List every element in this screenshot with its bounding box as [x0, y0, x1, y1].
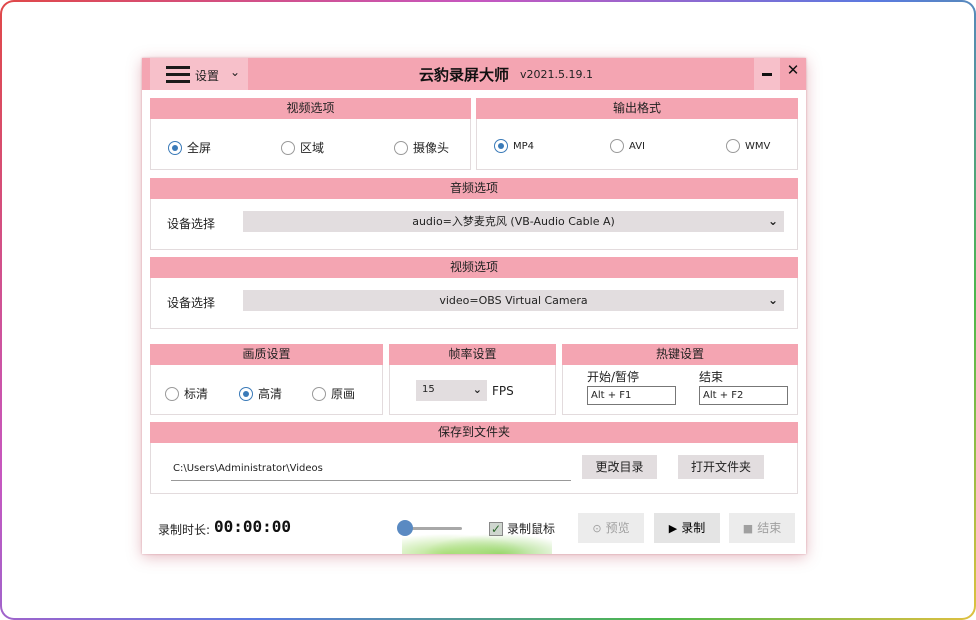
radio-wmv[interactable]: WMV	[726, 139, 770, 153]
settings-menu-label: 设置	[195, 69, 220, 83]
radio-region-label: 区域	[300, 141, 325, 155]
radio-mp4-label: MP4	[513, 140, 535, 152]
audio-device-label: 设备选择	[167, 217, 216, 231]
radio-original-label: 原画	[331, 387, 356, 401]
save-folder-group: 保存到文件夹 C:\Users\Administrator\Videos 更改目…	[150, 422, 798, 494]
radio-avi-label: AVI	[629, 140, 645, 152]
output-format-title: 输出格式	[476, 98, 798, 119]
audio-device-select[interactable]: audio=入梦麦克风 (VB-Audio Cable A) ⌄	[243, 211, 784, 232]
hotkey-start-input[interactable]: Alt + F1	[587, 386, 676, 405]
radio-indicator[interactable]	[168, 140, 182, 155]
hotkey-end-label: 结束	[699, 370, 724, 384]
open-folder-button[interactable]: 打开文件夹	[678, 455, 764, 479]
settings-menu-button[interactable]: 设置 ⌄	[150, 58, 248, 90]
preview-label: 预览	[605, 521, 630, 535]
stop-icon: ■	[742, 522, 754, 535]
volume-slider-thumb[interactable]	[397, 520, 413, 536]
audio-device-value: audio=入梦麦克风 (VB-Audio Cable A)	[412, 215, 615, 228]
output-format-group: 输出格式 MP4 AVI WMV	[476, 98, 798, 170]
radio-hd[interactable]: 高清	[239, 385, 282, 402]
duration-label: 录制时长:	[158, 523, 211, 537]
change-directory-button[interactable]: 更改目录	[582, 455, 657, 479]
app-version: v2021.5.19.1	[520, 68, 593, 81]
radio-region[interactable]: 区域	[281, 139, 324, 156]
duration-timer: 00:00:00	[214, 517, 292, 536]
framerate-title: 帧率设置	[389, 344, 556, 365]
fps-value: 15	[422, 384, 435, 395]
fps-unit: FPS	[492, 384, 514, 398]
hotkey-end-input[interactable]: Alt + F2	[699, 386, 788, 405]
play-icon: ▶	[668, 522, 678, 535]
radio-fullscreen-label: 全屏	[187, 141, 212, 155]
record-mouse-label: 录制鼠标	[507, 522, 556, 536]
radio-camera-label: 摄像头	[413, 141, 450, 155]
radio-indicator[interactable]	[281, 140, 295, 155]
audio-options-group: 音频选项 设备选择 audio=入梦麦克风 (VB-Audio Cable A)…	[150, 178, 798, 250]
radio-indicator[interactable]	[312, 386, 326, 401]
radio-avi[interactable]: AVI	[610, 139, 645, 153]
stop-label: 结束	[757, 521, 782, 535]
chevron-down-icon: ⌄	[230, 65, 241, 79]
camera-device-value: video=OBS Virtual Camera	[439, 294, 588, 307]
hotkey-start-label: 开始/暂停	[587, 370, 640, 384]
chevron-down-icon: ⌄	[767, 293, 778, 307]
hotkeys-group: 热键设置 开始/暂停 Alt + F1 结束 Alt + F2	[562, 344, 798, 415]
quality-title: 画质设置	[150, 344, 383, 365]
minimize-icon	[762, 73, 772, 76]
radio-indicator[interactable]	[165, 386, 179, 401]
radio-fullscreen[interactable]: 全屏	[168, 139, 211, 156]
radio-sd-label: 标清	[184, 387, 209, 401]
hotkeys-title: 热键设置	[562, 344, 798, 365]
camera-options-title: 视频选项	[150, 257, 798, 278]
preview-button[interactable]: ⊙ 预览	[578, 513, 644, 543]
radio-indicator[interactable]	[726, 139, 740, 153]
record-mouse-checkbox[interactable]: ✓ 录制鼠标	[489, 520, 555, 537]
radio-hd-label: 高清	[258, 387, 283, 401]
save-path[interactable]: C:\Users\Administrator\Videos	[173, 463, 323, 474]
close-button[interactable]: ✕	[780, 58, 806, 90]
camera-device-label: 设备选择	[167, 296, 216, 310]
check-icon[interactable]: ✓	[489, 521, 503, 536]
quality-group: 画质设置 标清 高清 原画	[150, 344, 383, 415]
radio-wmv-label: WMV	[745, 140, 771, 152]
radio-indicator[interactable]	[394, 140, 408, 155]
radio-indicator[interactable]	[494, 139, 508, 153]
record-label: 录制	[681, 521, 706, 535]
record-button[interactable]: ▶ 录制	[654, 513, 720, 543]
path-underline	[171, 480, 571, 481]
app-title: 云豹录屏大师	[419, 66, 510, 84]
video-options-title: 视频选项	[150, 98, 471, 119]
minimize-button[interactable]	[754, 58, 780, 90]
radio-indicator[interactable]	[610, 139, 624, 153]
title-bar[interactable]: 设置 ⌄ 云豹录屏大师 v2021.5.19.1 ✕	[142, 58, 806, 90]
play-circle-icon: ⊙	[592, 522, 602, 535]
fps-select[interactable]: 15 ⌄	[416, 380, 487, 401]
chevron-down-icon: ⌄	[472, 383, 482, 396]
stop-button[interactable]: ■ 结束	[729, 513, 795, 543]
audio-options-title: 音频选项	[150, 178, 798, 199]
menu-icon	[166, 66, 190, 83]
chevron-down-icon: ⌄	[767, 214, 778, 228]
camera-options-group: 视频选项 设备选择 video=OBS Virtual Camera ⌄	[150, 257, 798, 329]
radio-mp4[interactable]: MP4	[494, 139, 534, 153]
framerate-group: 帧率设置 15 ⌄ FPS	[389, 344, 556, 415]
video-options-group: 视频选项 全屏 区域 摄像头	[150, 98, 471, 170]
save-folder-title: 保存到文件夹	[150, 422, 798, 443]
radio-original[interactable]: 原画	[312, 385, 355, 402]
app-window: 设置 ⌄ 云豹录屏大师 v2021.5.19.1 ✕ 视频选项 全屏 区域 摄像…	[142, 58, 806, 554]
camera-device-select[interactable]: video=OBS Virtual Camera ⌄	[243, 290, 784, 311]
radio-indicator[interactable]	[239, 386, 253, 401]
radio-sd[interactable]: 标清	[165, 385, 208, 402]
radio-camera[interactable]: 摄像头	[394, 139, 449, 156]
